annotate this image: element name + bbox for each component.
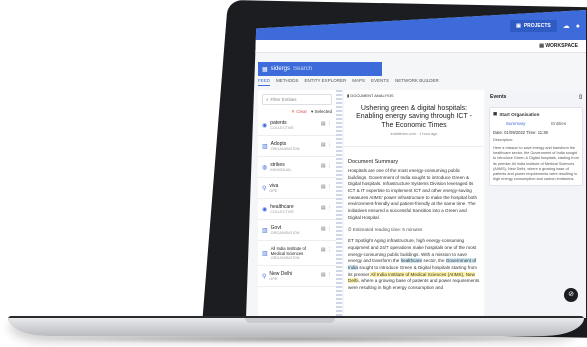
laptop-mockup: ▣ PROJECTS ☁ ● ▤ WORKSPACE ▦ sidergs Sea… xyxy=(0,0,587,347)
reading-time: ⏱ Estimated reading time: 5 minutes xyxy=(348,227,423,233)
projects-button[interactable]: ▣ PROJECTS xyxy=(510,20,557,32)
summary-text: Hospitals are one of the most energy-con… xyxy=(348,168,478,220)
clear-label: Clear xyxy=(296,109,307,114)
document-source[interactable]: indiatimes.com · 1 hour ago xyxy=(344,132,484,136)
entity-highlight[interactable]: healthcare xyxy=(400,258,423,264)
sub-bar: ▤ WORKSPACE xyxy=(246,40,586,53)
tab-network-builder[interactable]: NETWORK BUILDER xyxy=(395,78,439,86)
people-icon: ◉ xyxy=(262,122,268,129)
people-icon: ◉ xyxy=(262,206,268,213)
list-item[interactable]: ◍ strikes INDIVIDUAL ▤ ⋮ xyxy=(258,157,336,178)
person-icon: ◍ xyxy=(262,164,268,171)
events-panel: Events ▯ ▣ Start Organisation Summary En… xyxy=(486,90,586,318)
pin-icon: ⚲ xyxy=(262,185,267,192)
entity-type: COLLECTIVE xyxy=(270,210,294,214)
document-analysis-label: ▮ DOCUMENT ANALYSIS xyxy=(347,93,394,98)
list-item[interactable]: ▥ All India Institute of Medical Sciences… xyxy=(258,241,336,266)
app-title: sidergs xyxy=(270,66,291,72)
list-item[interactable]: ⚲ New Delhi GPE ▤ ⋮ xyxy=(258,266,336,287)
event-card[interactable]: ▣ Start Organisation Summary Entities Da… xyxy=(489,107,583,186)
filter-placeholder: Filter Entities xyxy=(270,97,297,102)
body-part: sector, the xyxy=(422,258,446,264)
laptop-screen: ▣ PROJECTS ☁ ● ▤ WORKSPACE ▦ sidergs Sea… xyxy=(246,10,586,318)
list-item[interactable]: ◉ healthcare COLLECTIVE ▤ ⋮ xyxy=(258,199,336,220)
folder-icon: ▣ xyxy=(516,23,521,29)
entity-type: INDIVIDUAL xyxy=(270,168,292,172)
selected-label: Selected xyxy=(314,109,332,114)
events-heading: Events xyxy=(490,94,507,100)
building-icon: ▥ xyxy=(262,143,268,150)
workspace-link[interactable]: ▤ WORKSPACE xyxy=(539,43,578,49)
projects-label: PROJECTS xyxy=(523,23,551,29)
more-icon[interactable]: ▤ ⋮ xyxy=(321,226,332,232)
tab-summary[interactable]: Summary xyxy=(506,121,526,126)
more-icon[interactable]: ▤ ⋮ xyxy=(321,184,332,190)
events-header: Events ▯ xyxy=(486,90,586,104)
compass-fab[interactable]: ⊘ xyxy=(564,288,578,302)
app-subtitle: Search xyxy=(293,66,313,72)
more-icon[interactable]: ▤ ⋮ xyxy=(321,205,332,211)
more-icon[interactable]: ▤ ⋮ xyxy=(321,163,332,169)
tab-events[interactable]: EVENTS xyxy=(371,78,389,86)
body-part: , where a growing base of patients and p… xyxy=(348,278,480,291)
event-description: Here a mission to save energy and transf… xyxy=(493,146,579,181)
laptop-notch xyxy=(245,318,335,323)
user-icon[interactable]: ● xyxy=(576,23,580,30)
tab-entity-explorer[interactable]: ENTITY EXPLORER xyxy=(305,78,347,86)
entity-type: GPE xyxy=(269,277,278,281)
tab-bar: FEED METHODS ENTITY EXPLORER MAPS EVENTS… xyxy=(258,78,439,86)
analysis-label-text: DOCUMENT ANALYSIS xyxy=(350,93,394,98)
list-item[interactable]: ⚲ viva GPE ▤ ⋮ xyxy=(258,178,336,199)
list-item[interactable]: ▥ Govt ORGANISATION ▤ ⋮ xyxy=(258,220,336,241)
pin-icon: ⚲ xyxy=(262,273,267,280)
entity-panel: ⌕ Filter Entities ✕ Clear ▾ Selected ◉ pa… xyxy=(258,90,337,318)
event-title-text: Start Organisation xyxy=(499,111,540,117)
document-title: Ushering green & digital hospitals: Enab… xyxy=(356,105,472,129)
entity-type: ORGANISATION xyxy=(270,147,300,151)
cloud-icon[interactable]: ☁ xyxy=(563,22,570,30)
tab-methods[interactable]: METHODS xyxy=(276,78,299,86)
workspace-label: WORKSPACE xyxy=(545,43,578,49)
document-view: ▮ DOCUMENT ANALYSIS Ushering green & dig… xyxy=(344,90,484,318)
document-toolbar: ▮ DOCUMENT ANALYSIS xyxy=(344,90,484,101)
tab-feed[interactable]: FEED xyxy=(258,78,271,86)
list-item[interactable]: ▥ Adopts ORGANISATION ▤ ⋮ xyxy=(258,136,336,157)
scroll-strip[interactable] xyxy=(336,90,342,318)
entity-type: ORGANISATION xyxy=(270,256,300,260)
tab-maps[interactable]: MAPS xyxy=(352,78,365,86)
more-icon[interactable]: ▤ ⋮ xyxy=(321,247,332,253)
app-header: ▦ sidergs Search xyxy=(258,62,382,76)
entity-name: All India Institute of Medical Sciences xyxy=(270,246,307,256)
entity-type: COLLECTIVE xyxy=(270,126,294,130)
summary-heading: Document Summary xyxy=(344,146,484,168)
more-icon[interactable]: ▤ ⋮ xyxy=(321,121,332,127)
filter-input[interactable]: ⌕ Filter Entities xyxy=(262,94,332,105)
entity-type: ORGANISATION xyxy=(270,231,300,235)
event-tabs: Summary Entities xyxy=(493,117,579,130)
list-item[interactable]: ◉ patents COLLECTIVE ▤ ⋮ xyxy=(258,115,336,136)
more-icon[interactable]: ▤ ⋮ xyxy=(321,272,332,278)
reading-time-text: Estimated reading time: 5 minutes xyxy=(352,227,423,233)
entity-type: GPE xyxy=(269,189,278,193)
tab-entities[interactable]: Entities xyxy=(551,121,566,126)
body-text: ET Spotlight Aging infrastructure, high … xyxy=(344,238,484,291)
event-date: Date: 01/09/2022 Time: 11:38 xyxy=(493,130,548,135)
building-icon: ▥ xyxy=(262,227,268,234)
app: ▣ PROJECTS ☁ ● ▤ WORKSPACE ▦ sidergs Sea… xyxy=(246,10,586,318)
building-icon: ▥ xyxy=(262,250,268,257)
bookmark-icon[interactable]: ▯ xyxy=(579,94,582,100)
grid-icon[interactable]: ▦ xyxy=(262,66,268,73)
more-icon[interactable]: ▤ ⋮ xyxy=(321,142,332,148)
search-icon: ⌕ xyxy=(266,97,269,102)
event-desc-label: Description: xyxy=(493,138,514,142)
